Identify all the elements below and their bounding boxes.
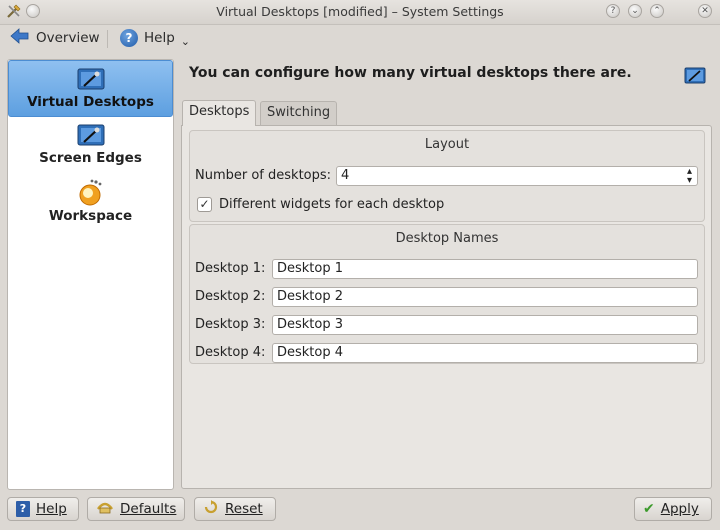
help-menu-button[interactable]: ? Help ⌄ [116, 27, 194, 49]
help-book-icon: ? [16, 501, 30, 517]
sidebar-item-virtual-desktops[interactable]: Virtual Desktops [8, 60, 173, 117]
desktops-tab-panel: Layout Number of desktops: 4 ▴ ▾ ✓ Differ… [181, 125, 712, 489]
reset-button-label: Reset [225, 501, 263, 517]
overview-label: Overview [36, 30, 100, 46]
desktop-2-name-input[interactable]: Desktop 2 [272, 287, 698, 307]
tab-label: Switching [267, 105, 331, 120]
category-sidebar: Virtual Desktops Screen Edges Workspace [7, 59, 174, 490]
different-widgets-checkbox[interactable]: ✓ [197, 197, 212, 212]
layout-group-title: Layout [424, 137, 470, 152]
spin-arrows-icon[interactable]: ▴ ▾ [687, 167, 692, 186]
maximize-icon[interactable]: ⌃ [650, 4, 664, 18]
help-button-label: Help [36, 501, 67, 517]
help-icon: ? [120, 29, 138, 47]
different-widgets-label: Different widgets for each desktop [219, 197, 445, 212]
screen-edges-icon [76, 122, 106, 150]
sidebar-item-label: Screen Edges [39, 150, 142, 166]
desktop-3-label: Desktop 3: [195, 317, 266, 332]
defaults-icon [96, 500, 114, 518]
number-of-desktops-spinbox[interactable]: 4 ▴ ▾ [336, 166, 698, 186]
help-label: Help [144, 30, 175, 46]
desktop-1-name-input[interactable]: Desktop 1 [272, 259, 698, 279]
workspace-icon [76, 178, 106, 208]
defaults-button[interactable]: Defaults [87, 497, 185, 521]
overview-button[interactable]: Overview [6, 27, 104, 49]
sidebar-item-workspace[interactable]: Workspace [8, 178, 173, 230]
layout-group: Layout Number of desktops: 4 ▴ ▾ ✓ Differ… [189, 130, 705, 222]
toolbar-separator [107, 30, 108, 48]
defaults-button-label: Defaults [120, 501, 177, 517]
apply-button-label: Apply [660, 501, 699, 517]
minimize-icon[interactable]: ⌄ [628, 4, 642, 18]
reset-button[interactable]: Reset [194, 497, 276, 521]
number-of-desktops-value: 4 [341, 168, 350, 183]
tab-label: Desktops [189, 104, 250, 119]
chevron-down-icon: ⌄ [180, 34, 190, 48]
number-of-desktops-label: Number of desktops: [195, 168, 332, 183]
desktop-4-label: Desktop 4: [195, 345, 266, 360]
desktop-1-label: Desktop 1: [195, 261, 266, 276]
desktop-names-group-title: Desktop Names [395, 231, 499, 246]
sidebar-item-screen-edges[interactable]: Screen Edges [8, 122, 173, 172]
toolbar: Overview ? Help ⌄ [0, 24, 720, 54]
tab-desktops[interactable]: Desktops [182, 100, 257, 126]
tab-switching[interactable]: Switching [260, 101, 338, 125]
desktop-4-name-input[interactable]: Desktop 4 [272, 343, 698, 363]
close-icon[interactable]: ✕ [698, 4, 712, 18]
desktop-3-name-input[interactable]: Desktop 3 [272, 315, 698, 335]
back-arrow-icon [10, 28, 30, 48]
reset-icon [203, 500, 219, 518]
sidebar-item-label: Virtual Desktops [27, 94, 154, 110]
help-button[interactable]: ? Help [7, 497, 79, 521]
title-bar: Virtual Desktops [modified] – System Set… [0, 0, 720, 25]
apply-button[interactable]: ✔ Apply [634, 497, 712, 521]
checkmark-icon: ✔ [643, 501, 655, 517]
page-description: You can configure how many virtual deskt… [189, 65, 632, 81]
sidebar-item-label: Workspace [48, 208, 133, 224]
help-window-icon[interactable]: ? [606, 4, 620, 18]
virtual-desktops-icon [76, 66, 106, 94]
module-icon [684, 66, 706, 86]
desktop-2-label: Desktop 2: [195, 289, 266, 304]
desktop-names-group: Desktop Names Desktop 1: Desktop 1 Deskt… [189, 224, 705, 364]
